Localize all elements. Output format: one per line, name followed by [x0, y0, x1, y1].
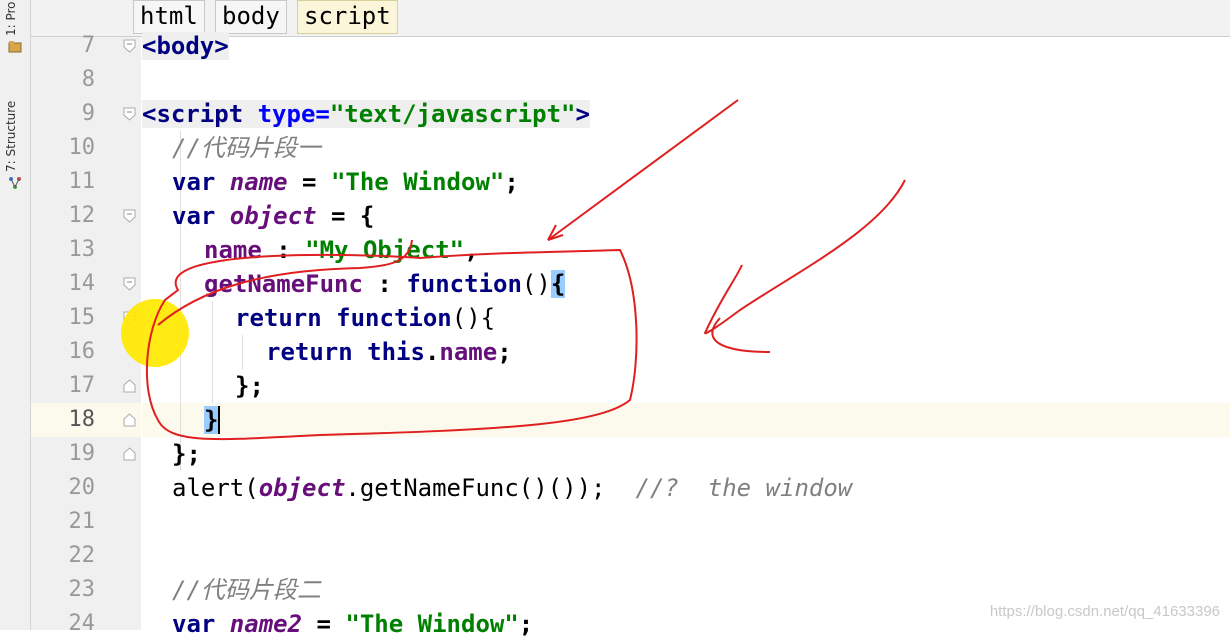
watermark: https://blog.csdn.net/qq_41633396 — [989, 603, 1220, 620]
code-line: return this.name; — [266, 338, 512, 366]
line-number: 23 — [68, 577, 96, 602]
gutter-row: 19 — [31, 437, 141, 471]
gutter-row: 17 — [31, 369, 141, 403]
code-line: <script type="text/javascript"> — [142, 100, 590, 128]
line-number: 9 — [81, 101, 95, 126]
code-line: name : "My Object", — [204, 236, 479, 264]
gutter-row: 9 — [31, 97, 141, 131]
gutter-row: 22 — [31, 539, 141, 573]
structure-icon[interactable] — [8, 176, 22, 190]
gutter-row: 23 — [31, 573, 141, 607]
gutter-row: 15 — [31, 301, 141, 335]
line-number: 21 — [68, 509, 96, 534]
fold-icon[interactable] — [123, 39, 136, 53]
gutter-row: 13 — [31, 233, 141, 267]
line-number: 16 — [68, 339, 96, 364]
structure-tool-tab[interactable]: 7: Structure — [4, 100, 26, 172]
indent-guide — [212, 301, 213, 403]
code-line-current: } — [204, 406, 221, 434]
code-line: var name = "The Window"; — [172, 168, 519, 196]
gutter-row: 14 — [31, 267, 141, 301]
code-line: return function(){ — [235, 304, 496, 332]
line-number: 10 — [68, 135, 96, 160]
line-number: 7 — [81, 33, 95, 58]
gutter-row: 12 — [31, 199, 141, 233]
editor-gutter[interactable]: 7 8 9 10 11 12 13 14 15 16 17 18 19 20 2… — [31, 33, 167, 636]
indent-guide — [242, 335, 243, 369]
code-line: getNameFunc : function(){ — [204, 270, 566, 298]
code-line: }; — [172, 440, 201, 468]
gutter-row: 20 — [31, 471, 141, 505]
fold-icon[interactable] — [123, 311, 136, 325]
breadcrumb-script[interactable]: script — [297, 0, 398, 34]
project-folder-icon[interactable] — [8, 40, 22, 54]
fold-icon[interactable] — [123, 107, 136, 121]
gutter-row: 10 — [31, 131, 141, 165]
code-line: var name2 = "The Window"; — [172, 610, 534, 638]
gutter-row: 16 — [31, 335, 141, 369]
line-number: 24 — [68, 611, 96, 636]
project-tool-tab[interactable]: 1: Project — [4, 2, 26, 36]
fold-icon[interactable] — [123, 209, 136, 223]
line-number: 22 — [68, 543, 96, 568]
fold-icon[interactable] — [123, 277, 136, 291]
line-number: 19 — [68, 441, 96, 466]
code-editor[interactable]: <body> <script type="text/javascript"> /… — [142, 32, 1230, 638]
line-number: 15 — [68, 305, 96, 330]
line-number: 14 — [68, 271, 96, 296]
line-number: 13 — [68, 237, 96, 262]
code-line: alert(object.getNameFunc()());//? the wi… — [172, 474, 853, 502]
gutter-row-current: 18 — [31, 403, 167, 437]
line-number: 11 — [68, 169, 96, 194]
gutter-row: 8 — [31, 63, 141, 97]
gutter-row: 11 — [31, 165, 141, 199]
gutter-row: 21 — [31, 505, 141, 539]
code-line: //代码片段二 — [172, 576, 321, 604]
code-line: var object = { — [172, 202, 375, 230]
tool-window-strip: 1: Project 7: Structure — [0, 0, 31, 630]
gutter-row: 7 — [31, 29, 141, 63]
text-cursor — [218, 406, 221, 434]
code-line: //代码片段一 — [172, 134, 321, 162]
gutter-row: 24 — [31, 607, 141, 641]
line-number: 18 — [68, 407, 96, 432]
code-line: }; — [235, 372, 264, 400]
current-line-highlight — [142, 403, 1230, 437]
line-number: 20 — [68, 475, 96, 500]
fold-icon[interactable] — [123, 379, 136, 393]
code-line: <body> — [142, 32, 229, 60]
line-number: 8 — [81, 67, 95, 92]
fold-icon[interactable] — [123, 447, 136, 461]
fold-icon[interactable] — [123, 413, 136, 427]
line-number: 12 — [68, 203, 96, 228]
line-number: 17 — [68, 373, 96, 398]
